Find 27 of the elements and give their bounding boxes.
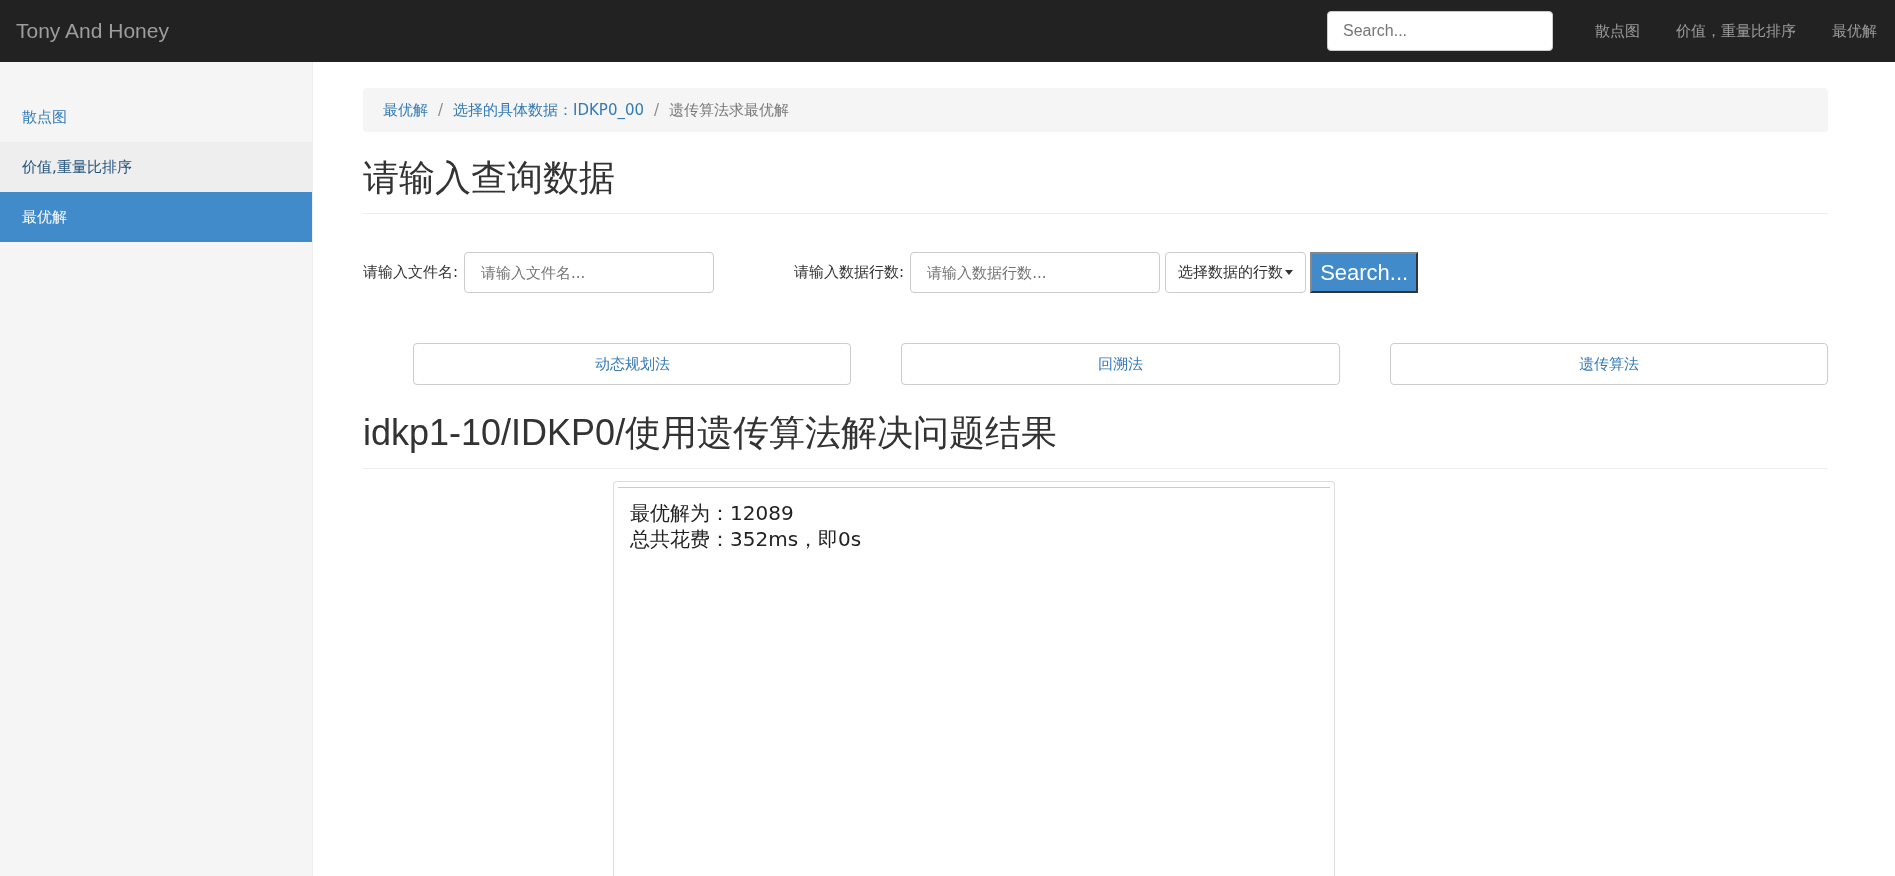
breadcrumb-link[interactable]: 选择的具体数据：IDKP0_00 (453, 100, 645, 120)
sidebar-item[interactable]: 最优解 (0, 192, 312, 242)
field-label: 请输入数据行数: (794, 263, 905, 282)
algorithm-button[interactable]: 回溯法 (901, 343, 1340, 385)
result-heading: idkp1-10/IDKP0/使用遗传算法解决问题结果 (363, 411, 1059, 455)
field-label: 请输入文件名: (363, 263, 459, 282)
page-heading: 请输入查询数据 (363, 156, 616, 200)
breadcrumb-current: 遗传算法求最优解 (669, 100, 790, 120)
input-field[interactable]: 请输入数据行数... (910, 252, 1161, 293)
result-text: 总共花费：352ms，即0s (629, 526, 863, 552)
search-button[interactable]: Search... (1310, 252, 1419, 293)
algorithm-button[interactable]: 动态规划法 (413, 343, 852, 385)
result-text: 最优解为：12089 (629, 500, 795, 526)
breadcrumb-link[interactable]: 最优解 (383, 100, 428, 120)
search-field[interactable]: Search... (1327, 11, 1553, 51)
breadcrumb-separator: / (438, 101, 444, 119)
brand-title[interactable]: Tony And Honey (16, 19, 169, 43)
input-field[interactable]: 请输入文件名... (464, 252, 715, 293)
algorithm-button[interactable]: 遗传算法 (1389, 343, 1828, 385)
nav-link[interactable]: 散点图 (1577, 21, 1658, 41)
rows-dropdown[interactable]: 选择数据的行数 (1165, 252, 1307, 293)
nav-link[interactable]: 价值，重量比排序 (1658, 21, 1814, 41)
breadcrumb-separator: / (654, 101, 660, 119)
caret-icon (1285, 270, 1294, 275)
nav-link[interactable]: 最优解 (1814, 21, 1895, 41)
sidebar-item[interactable]: 价值,重量比排序 (0, 142, 312, 192)
sidebar-item[interactable]: 散点图 (0, 92, 312, 142)
